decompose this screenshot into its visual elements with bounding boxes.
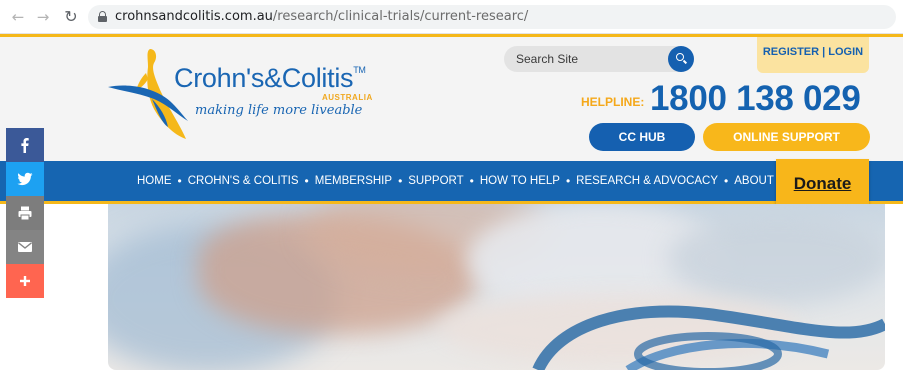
forward-arrow-icon[interactable]: → bbox=[33, 7, 53, 27]
search-bar bbox=[504, 46, 694, 72]
lock-icon bbox=[98, 11, 107, 22]
print-button[interactable] bbox=[6, 196, 44, 230]
logo-tagline: making life more liveable bbox=[195, 103, 363, 118]
email-icon bbox=[18, 242, 32, 252]
browser-toolbar: ← → ↻ crohnsandcolitis.com.au/research/c… bbox=[0, 0, 903, 34]
plus-icon bbox=[20, 276, 30, 286]
share-more-button[interactable] bbox=[6, 264, 44, 298]
facebook-icon bbox=[21, 138, 29, 153]
nav-separator: • bbox=[565, 174, 571, 188]
nav-item-about[interactable]: ABOUT bbox=[734, 175, 774, 187]
nav-item-crohns-colitis[interactable]: CROHN'S & COLITIS bbox=[188, 175, 299, 187]
site-header: Crohn's&ColitisTM AUSTRALIA making life … bbox=[0, 37, 903, 161]
nav-separator: • bbox=[177, 174, 182, 188]
main-navigation: HOME • CROHN'S & COLITIS • MEMBERSHIP • … bbox=[0, 161, 903, 201]
register-login-link[interactable]: REGISTER | LOGIN bbox=[757, 37, 869, 73]
logo-subtitle: AUSTRALIA bbox=[322, 93, 373, 102]
donate-label: Donate bbox=[793, 174, 852, 193]
url-text: crohnsandcolitis.com.au/research/clinica… bbox=[115, 9, 528, 24]
nav-item-research-advocacy[interactable]: RESEARCH & ADVOCACY bbox=[576, 175, 718, 187]
nav-item-membership[interactable]: MEMBERSHIP bbox=[315, 175, 392, 187]
search-button[interactable] bbox=[668, 46, 694, 72]
search-input[interactable] bbox=[504, 46, 664, 72]
url-path: /research/clinical-trials/current-resear… bbox=[272, 9, 529, 24]
stethoscope-illustration bbox=[532, 305, 885, 370]
share-facebook-button[interactable] bbox=[6, 128, 44, 162]
share-email-button[interactable] bbox=[6, 230, 44, 264]
hero-image bbox=[108, 204, 885, 370]
site-logo[interactable]: Crohn's&ColitisTM AUSTRALIA making life … bbox=[108, 43, 378, 143]
trademark-mark: TM bbox=[353, 65, 366, 75]
helpline-label: HELPLINE: bbox=[581, 95, 645, 109]
nav-item-home[interactable]: HOME bbox=[137, 175, 172, 187]
helpline-number[interactable]: 1800 138 029 bbox=[650, 79, 861, 119]
nav-item-how-to-help[interactable]: HOW TO HELP bbox=[480, 175, 560, 187]
reload-icon[interactable]: ↻ bbox=[61, 7, 81, 27]
nav-separator: • bbox=[469, 174, 474, 188]
cc-hub-button[interactable]: CC HUB bbox=[589, 123, 695, 151]
online-support-button[interactable]: ONLINE SUPPORT bbox=[703, 123, 870, 151]
back-arrow-icon[interactable]: ← bbox=[8, 7, 28, 27]
nav-separator: • bbox=[724, 174, 729, 188]
twitter-icon bbox=[17, 172, 33, 186]
nav-item-support[interactable]: SUPPORT bbox=[408, 175, 463, 187]
url-domain: crohnsandcolitis.com.au bbox=[115, 9, 273, 24]
logo-name: Crohn's&ColitisTM bbox=[174, 63, 366, 94]
web-page: Crohn's&ColitisTM AUSTRALIA making life … bbox=[0, 34, 903, 378]
logo-name-text: Crohn's&Colitis bbox=[174, 63, 354, 93]
share-twitter-button[interactable] bbox=[6, 162, 44, 196]
address-bar[interactable]: crohnsandcolitis.com.au/research/clinica… bbox=[88, 5, 896, 29]
nav-separator: • bbox=[398, 174, 403, 188]
nav-separator: • bbox=[304, 174, 309, 188]
print-icon bbox=[18, 206, 32, 221]
